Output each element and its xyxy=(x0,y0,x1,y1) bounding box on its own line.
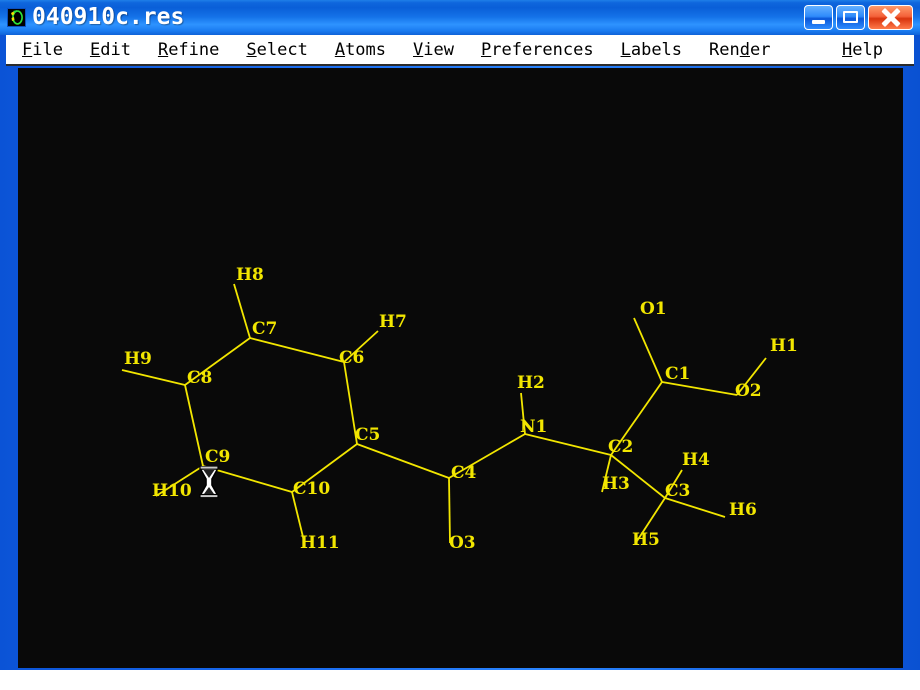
menu-file[interactable]: File xyxy=(20,39,65,61)
atom-label-H1[interactable]: H1 xyxy=(770,336,798,356)
window-title: 040910c.res xyxy=(32,4,185,30)
maximize-icon xyxy=(843,11,858,23)
menu-preferences[interactable]: Preferences xyxy=(479,39,596,61)
menu-atoms[interactable]: Atoms xyxy=(333,39,388,61)
atom-label-C6[interactable]: C6 xyxy=(339,348,364,368)
atom-label-N1[interactable]: N1 xyxy=(520,417,547,437)
page-bottom-strip xyxy=(0,670,920,690)
close-button[interactable] xyxy=(868,5,913,30)
menu-select[interactable]: Select xyxy=(244,39,309,61)
maximize-button[interactable] xyxy=(836,5,865,30)
menu-select-accelerator: S xyxy=(246,39,257,60)
atom-label-H7[interactable]: H7 xyxy=(379,312,407,332)
molecule-drawing: O1 C1 O2 H1 C2 H3 C3 H4 H5 H6 N1 H2 C4 O3 C5 C6 H7 C7 H8 C8… xyxy=(121,265,798,553)
atom-label-C7[interactable]: C7 xyxy=(252,319,277,339)
menu-edit[interactable]: Edit xyxy=(88,39,133,61)
atom-label-H9[interactable]: H9 xyxy=(124,349,152,369)
atom-label-H4[interactable]: H4 xyxy=(682,450,710,470)
bond-C6-C7[interactable] xyxy=(249,337,345,363)
menu-atoms-accelerator: A xyxy=(334,39,346,60)
menu-refine[interactable]: Refine xyxy=(156,39,221,61)
atom-label-H3[interactable]: H3 xyxy=(602,474,630,494)
menu-refine-accelerator: R xyxy=(157,39,169,60)
atom-label-C5[interactable]: C5 xyxy=(355,425,380,445)
bond-C8-H9[interactable] xyxy=(121,369,186,386)
menu-bar: File Edit Refine Select Atoms View Preferences… xyxy=(6,35,914,66)
atom-label-O2[interactable]: O2 xyxy=(735,381,762,401)
molecule-canvas[interactable]: O1 C1 O2 H1 C2 H3 C3 H4 H5 H6 N1 H2 C4 O3 C5 C6 H7 C7 H8 C8… xyxy=(18,68,903,668)
menu-labels-accelerator: L xyxy=(620,39,631,60)
menu-file-accelerator: F xyxy=(22,39,33,60)
menu-view-accelerator: V xyxy=(413,39,424,60)
atom-label-C1[interactable]: C1 xyxy=(665,364,690,384)
atom-label-H8[interactable]: H8 xyxy=(236,265,264,285)
title-bar[interactable]: 040910c.res xyxy=(0,0,920,35)
atom-label-H11[interactable]: H11 xyxy=(300,533,340,553)
atom-label-H6[interactable]: H6 xyxy=(729,500,757,520)
bond-C2-N1[interactable] xyxy=(524,433,612,456)
atom-label-C2[interactable]: C2 xyxy=(608,437,633,457)
menu-preferences-accelerator: P xyxy=(480,39,492,60)
atom-label-C10[interactable]: C10 xyxy=(293,479,330,499)
atom-label-H10[interactable]: H10 xyxy=(152,481,192,501)
menu-view[interactable]: View xyxy=(411,39,456,61)
atom-label-H5[interactable]: H5 xyxy=(632,530,660,550)
atom-label-O3[interactable]: O3 xyxy=(449,533,476,553)
bond-C7-H8[interactable] xyxy=(233,283,251,339)
bond-O1-C1[interactable] xyxy=(633,317,663,383)
menu-render[interactable]: Render xyxy=(707,39,772,61)
molecule-icon xyxy=(7,8,26,27)
menu-help-accelerator: H xyxy=(842,39,853,60)
atom-label-O1[interactable]: O1 xyxy=(640,299,667,319)
main-window: 040910c.res File Edit Refine Select Atoms Vie… xyxy=(0,0,920,670)
bond-C9-C10[interactable] xyxy=(202,465,293,493)
atom-label-C8[interactable]: C8 xyxy=(187,368,212,388)
window-controls xyxy=(804,5,913,30)
menu-render-accelerator: d xyxy=(739,39,750,60)
close-icon xyxy=(869,6,912,29)
atom-label-C4[interactable]: C4 xyxy=(451,463,477,483)
menu-labels[interactable]: Labels xyxy=(619,39,684,61)
atom-label-C9[interactable]: C9 xyxy=(205,447,230,467)
bond-C8-C9[interactable] xyxy=(184,384,204,467)
atom-label-C3[interactable]: C3 xyxy=(665,481,690,501)
minimize-icon xyxy=(812,20,825,24)
menu-edit-accelerator: E xyxy=(89,39,101,60)
application-root: 040910c.res File Edit Refine Select Atoms Vie… xyxy=(0,0,920,690)
atom-label-H2[interactable]: H2 xyxy=(517,373,545,393)
bond-C4-C5[interactable] xyxy=(356,443,450,479)
menu-help[interactable]: Help xyxy=(840,39,885,61)
minimize-button[interactable] xyxy=(804,5,833,30)
